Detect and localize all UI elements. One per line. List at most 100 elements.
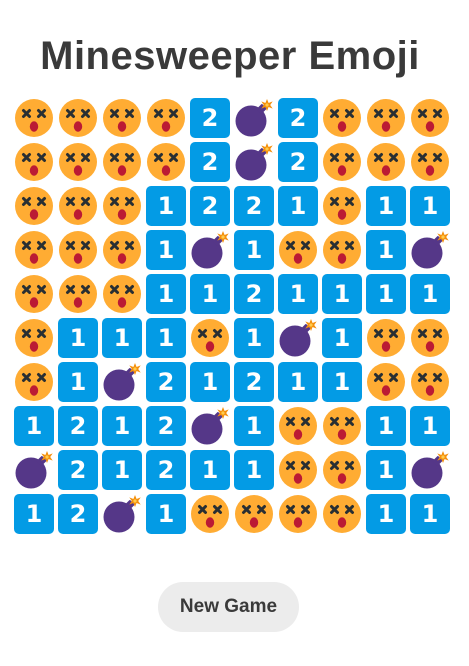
dizzy-face-icon[interactable] [322, 142, 362, 182]
number-tile[interactable]: 1 [102, 406, 142, 446]
number-tile[interactable]: 1 [366, 186, 406, 226]
number-tile[interactable]: 1 [366, 450, 406, 490]
dizzy-face-icon[interactable] [14, 98, 54, 138]
bomb-icon[interactable] [102, 362, 142, 402]
dizzy-face-icon[interactable] [366, 362, 406, 402]
number-tile[interactable]: 1 [146, 186, 186, 226]
number-tile[interactable]: 1 [410, 186, 450, 226]
number-tile[interactable]: 1 [146, 494, 186, 534]
number-tile[interactable]: 2 [190, 98, 230, 138]
dizzy-face-icon[interactable] [410, 318, 450, 358]
number-tile[interactable]: 1 [146, 274, 186, 314]
dizzy-face-icon[interactable] [14, 230, 54, 270]
dizzy-face-icon[interactable] [234, 494, 274, 534]
bomb-icon[interactable] [14, 450, 54, 490]
dizzy-face-icon[interactable] [278, 230, 318, 270]
number-tile[interactable]: 1 [58, 318, 98, 358]
bomb-icon[interactable] [234, 142, 274, 182]
bomb-icon[interactable] [190, 406, 230, 446]
number-tile[interactable]: 1 [102, 318, 142, 358]
bomb-icon[interactable] [410, 450, 450, 490]
number-tile[interactable]: 1 [234, 318, 274, 358]
dizzy-face-icon[interactable] [58, 274, 98, 314]
number-tile[interactable]: 1 [322, 274, 362, 314]
bomb-icon[interactable] [234, 98, 274, 138]
number-tile[interactable]: 1 [278, 186, 318, 226]
dizzy-face-icon[interactable] [102, 98, 142, 138]
number-tile[interactable]: 1 [146, 318, 186, 358]
dizzy-face-icon[interactable] [14, 362, 54, 402]
dizzy-face-icon[interactable] [322, 406, 362, 446]
dizzy-face-icon[interactable] [366, 98, 406, 138]
dizzy-face-icon[interactable] [14, 318, 54, 358]
number-tile[interactable]: 1 [14, 494, 54, 534]
number-tile[interactable]: 1 [366, 230, 406, 270]
dizzy-face-icon[interactable] [102, 230, 142, 270]
dizzy-face-icon[interactable] [14, 274, 54, 314]
number-tile[interactable]: 2 [234, 186, 274, 226]
number-tile[interactable]: 1 [234, 230, 274, 270]
number-tile[interactable]: 2 [58, 450, 98, 490]
dizzy-face-icon[interactable] [322, 230, 362, 270]
new-game-button[interactable]: New Game [158, 582, 299, 632]
number-tile[interactable]: 1 [234, 406, 274, 446]
number-tile[interactable]: 2 [234, 362, 274, 402]
number-tile[interactable]: 2 [190, 142, 230, 182]
dizzy-face-icon[interactable] [322, 494, 362, 534]
number-tile[interactable]: 2 [58, 406, 98, 446]
number-tile[interactable]: 1 [322, 362, 362, 402]
number-tile[interactable]: 1 [322, 318, 362, 358]
dizzy-face-icon[interactable] [410, 362, 450, 402]
dizzy-face-icon[interactable] [14, 186, 54, 226]
number-tile[interactable]: 2 [146, 362, 186, 402]
number-tile[interactable]: 2 [190, 186, 230, 226]
number-tile[interactable]: 2 [146, 450, 186, 490]
dizzy-face-icon[interactable] [366, 142, 406, 182]
dizzy-face-icon[interactable] [410, 142, 450, 182]
number-tile[interactable]: 2 [58, 494, 98, 534]
dizzy-face-icon[interactable] [366, 318, 406, 358]
dizzy-face-icon[interactable] [190, 318, 230, 358]
number-tile[interactable]: 1 [410, 494, 450, 534]
dizzy-face-icon[interactable] [102, 186, 142, 226]
number-tile[interactable]: 2 [278, 98, 318, 138]
number-tile[interactable]: 1 [234, 450, 274, 490]
number-tile[interactable]: 1 [190, 362, 230, 402]
number-tile[interactable]: 1 [14, 406, 54, 446]
dizzy-face-icon[interactable] [58, 98, 98, 138]
number-tile[interactable]: 1 [366, 274, 406, 314]
number-tile[interactable]: 1 [366, 494, 406, 534]
bomb-icon[interactable] [102, 494, 142, 534]
dizzy-face-icon[interactable] [278, 450, 318, 490]
dizzy-face-icon[interactable] [146, 98, 186, 138]
number-tile[interactable]: 1 [190, 450, 230, 490]
dizzy-face-icon[interactable] [190, 494, 230, 534]
dizzy-face-icon[interactable] [322, 186, 362, 226]
dizzy-face-icon[interactable] [278, 494, 318, 534]
number-tile[interactable]: 1 [58, 362, 98, 402]
dizzy-face-icon[interactable] [146, 142, 186, 182]
dizzy-face-icon[interactable] [410, 98, 450, 138]
number-tile[interactable]: 1 [410, 274, 450, 314]
dizzy-face-icon[interactable] [102, 142, 142, 182]
bomb-icon[interactable] [278, 318, 318, 358]
number-tile[interactable]: 1 [366, 406, 406, 446]
number-tile[interactable]: 2 [278, 142, 318, 182]
bomb-icon[interactable] [190, 230, 230, 270]
number-tile[interactable]: 1 [102, 450, 142, 490]
number-tile[interactable]: 1 [146, 230, 186, 270]
dizzy-face-icon[interactable] [14, 142, 54, 182]
number-tile[interactable]: 1 [190, 274, 230, 314]
number-tile[interactable]: 2 [146, 406, 186, 446]
dizzy-face-icon[interactable] [322, 98, 362, 138]
dizzy-face-icon[interactable] [58, 186, 98, 226]
number-tile[interactable]: 1 [278, 362, 318, 402]
dizzy-face-icon[interactable] [58, 230, 98, 270]
number-tile[interactable]: 1 [278, 274, 318, 314]
number-tile[interactable]: 1 [410, 406, 450, 446]
number-tile[interactable]: 2 [234, 274, 274, 314]
dizzy-face-icon[interactable] [102, 274, 142, 314]
dizzy-face-icon[interactable] [58, 142, 98, 182]
dizzy-face-icon[interactable] [278, 406, 318, 446]
bomb-icon[interactable] [410, 230, 450, 270]
